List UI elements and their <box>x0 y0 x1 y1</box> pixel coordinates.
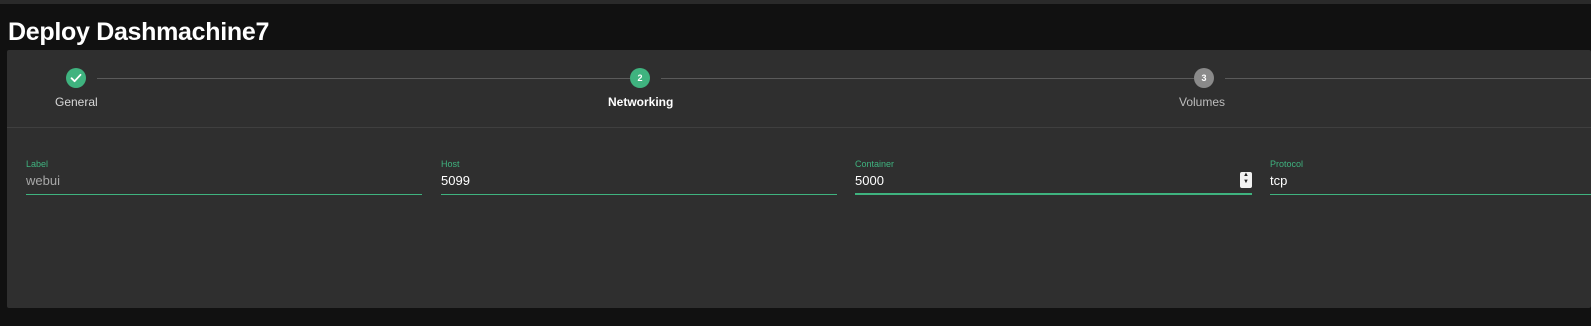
step-networking-label[interactable]: Networking <box>608 95 673 109</box>
step-networking-indicator[interactable]: 2 <box>630 68 650 88</box>
label-field-label: Label <box>26 159 49 169</box>
step-general-indicator[interactable] <box>66 68 86 88</box>
protocol-field: Protocol <box>1270 158 1591 195</box>
protocol-input[interactable] <box>1270 172 1591 190</box>
spin-up-icon[interactable]: ▲ <box>1240 172 1252 179</box>
container-port-input[interactable] <box>855 172 1252 190</box>
check-icon <box>70 73 82 83</box>
host-field: Host <box>441 158 837 195</box>
container-field: Container ▲ ▼ <box>855 158 1252 195</box>
step-connector <box>661 78 1194 79</box>
page-title: Deploy Dashmachine7 <box>8 18 270 46</box>
label-input[interactable] <box>26 172 422 190</box>
host-field-label: Host <box>441 159 460 169</box>
label-field: Label <box>26 158 422 195</box>
step-volumes-label[interactable]: Volumes <box>1179 95 1225 109</box>
top-bar-strip <box>0 0 1591 4</box>
spin-down-icon[interactable]: ▼ <box>1240 179 1252 186</box>
container-field-label: Container <box>855 159 895 169</box>
step-general-label[interactable]: General <box>55 95 98 109</box>
host-port-input[interactable] <box>441 172 837 190</box>
step-connector <box>97 78 630 79</box>
step-connector <box>1225 78 1591 79</box>
protocol-field-label: Protocol <box>1270 159 1304 169</box>
number-spinner[interactable]: ▲ ▼ <box>1240 172 1252 188</box>
step-volumes-indicator[interactable]: 3 <box>1194 68 1214 88</box>
deploy-card: General 2 Networking 3 Volumes Label Hos… <box>7 50 1591 308</box>
stepper: General 2 Networking 3 Volumes <box>7 50 1591 128</box>
